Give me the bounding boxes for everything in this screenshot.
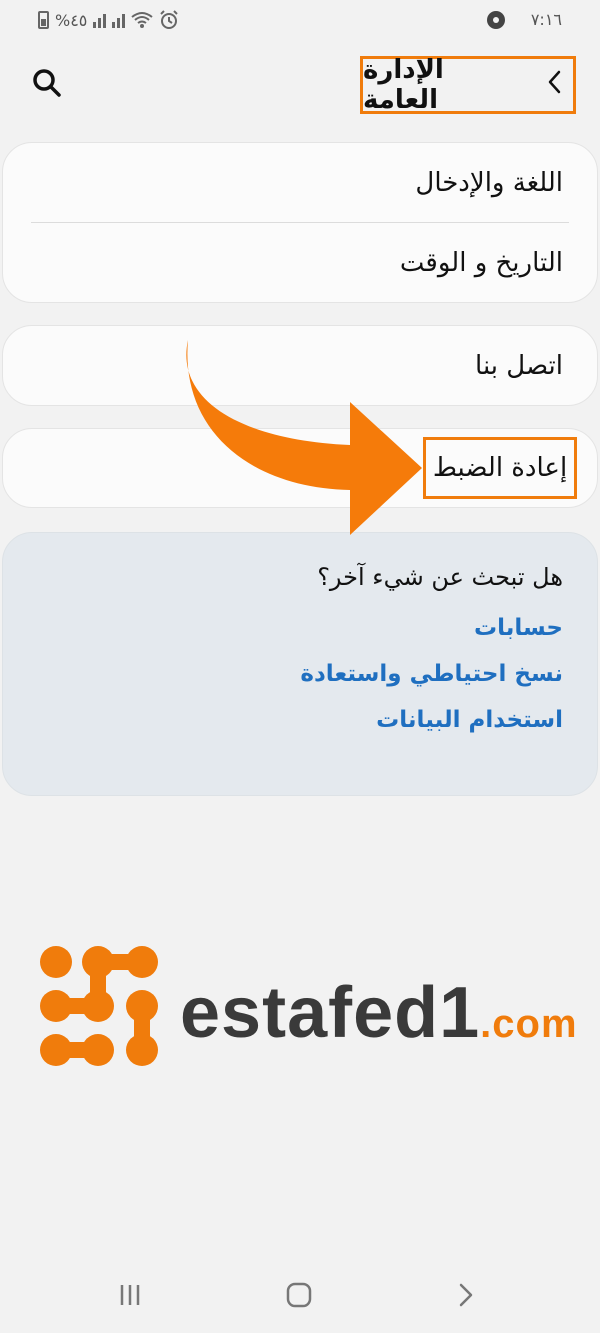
page-title-highlight: الإدارة العامة: [360, 55, 576, 115]
search-icon: [33, 69, 61, 97]
settings-group-3: إعادة الضبط: [2, 428, 598, 508]
alarm-icon: [160, 10, 179, 29]
navigation-bar: [0, 1261, 600, 1333]
watermark-text: estafed1.com: [180, 972, 578, 1054]
menu-item-reset[interactable]: إعادة الضبط: [423, 437, 577, 499]
status-icons-right: ٧:١٦: [486, 10, 562, 29]
clock: ٧:١٦: [530, 10, 562, 29]
brand-mark-icon: [40, 946, 158, 1066]
settings-icon: [486, 10, 505, 29]
chevron-right-icon: [459, 1283, 473, 1307]
signal-icon-2: [112, 12, 126, 28]
suggestions-heading: هل تبحث عن شيء آخر؟: [317, 563, 563, 591]
wifi-icon: [131, 12, 154, 28]
recent-apps-button[interactable]: [110, 1275, 150, 1315]
back-button[interactable]: [545, 69, 563, 101]
menu-item-contact-us[interactable]: اتصل بنا: [3, 326, 597, 405]
watermark-domain: .com: [480, 1002, 578, 1046]
settings-group-2: اتصل بنا: [2, 325, 598, 406]
header: الإدارة العامة: [0, 42, 600, 126]
link-backup-restore[interactable]: نسخ احتياطي واستعادة: [37, 661, 563, 687]
status-icons-left: %٤٥: [38, 10, 179, 30]
status-bar: %٤٥ ٧:١٦: [0, 0, 600, 42]
link-accounts[interactable]: حسابات: [37, 615, 563, 641]
menu-item-label: إعادة الضبط: [432, 453, 568, 483]
settings-group-1: اللغة والإدخال التاريخ و الوقت: [2, 142, 598, 303]
watermark-brand: estafed1: [180, 973, 481, 1053]
menu-item-label: اللغة والإدخال: [415, 167, 563, 198]
watermark-logo: estafed1.com: [36, 942, 578, 1072]
home-button[interactable]: [279, 1275, 319, 1315]
search-button[interactable]: [30, 66, 64, 100]
home-icon: [286, 1282, 312, 1308]
signal-icon: [93, 12, 107, 28]
suggestions-panel: هل تبحث عن شيء آخر؟ حسابات نسخ احتياطي و…: [2, 532, 598, 796]
menu-item-label: التاريخ و الوقت: [399, 247, 563, 278]
page-title: الإدارة العامة: [363, 55, 444, 115]
menu-item-language-input[interactable]: اللغة والإدخال: [3, 143, 597, 222]
menu-item-date-time[interactable]: التاريخ و الوقت: [3, 223, 597, 302]
link-data-usage[interactable]: استخدام البيانات: [37, 707, 563, 733]
chevron-left-icon: [548, 70, 561, 94]
battery-percent: %٤٥: [55, 10, 88, 30]
recent-apps-icon: [120, 1285, 140, 1305]
battery-icon: [38, 11, 49, 29]
back-nav-button[interactable]: [446, 1275, 486, 1315]
menu-item-label: اتصل بنا: [475, 350, 563, 381]
